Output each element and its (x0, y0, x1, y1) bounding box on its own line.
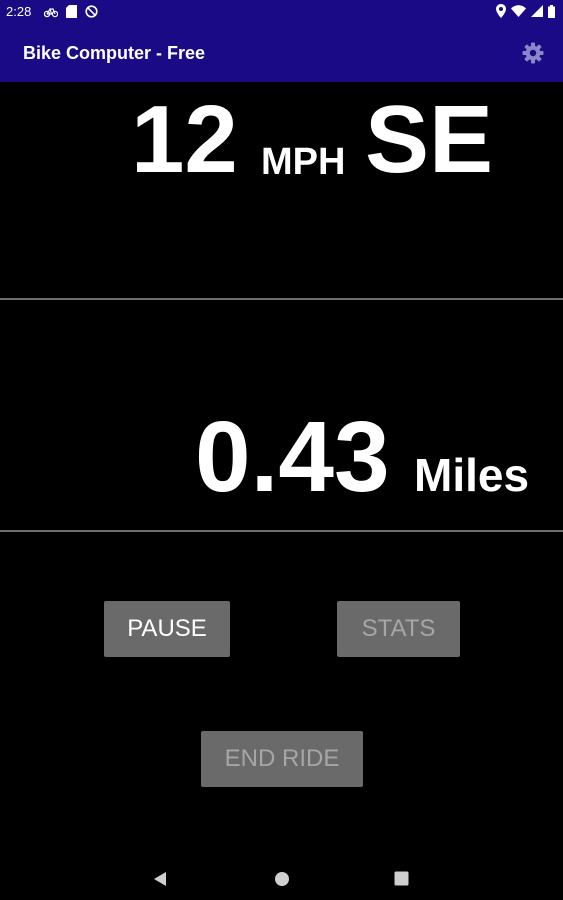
status-left-icons (44, 5, 98, 18)
signal-icon (531, 5, 543, 17)
gear-icon (522, 42, 544, 64)
wifi-icon (511, 5, 526, 17)
settings-button[interactable] (521, 41, 545, 65)
speed-value: 12 (131, 86, 238, 193)
sd-card-icon (66, 5, 77, 18)
divider (0, 298, 563, 300)
recents-icon[interactable] (394, 871, 409, 891)
distance-unit: Miles (414, 449, 530, 501)
divider (0, 530, 563, 532)
bike-computer-screen: 2:28 Bike Computer - Free 12 MPH SE 0.43… (0, 0, 563, 900)
stats-button[interactable]: STATS (337, 601, 460, 657)
status-right-icons (496, 4, 555, 18)
pause-button[interactable]: PAUSE (104, 601, 230, 657)
no-disturb-icon (85, 5, 98, 18)
home-icon[interactable] (274, 871, 290, 892)
location-icon (496, 4, 506, 18)
app-bar: Bike Computer - Free (0, 24, 563, 82)
bike-icon (44, 6, 58, 18)
speed-unit: MPH (261, 141, 346, 183)
distance-value: 0.43 (195, 401, 390, 513)
app-title: Bike Computer - Free (23, 43, 206, 63)
navigation-bar (0, 852, 563, 900)
end-ride-button[interactable]: END RIDE (201, 731, 363, 787)
status-bar: 2:28 (0, 0, 563, 24)
heading-value: SE (365, 86, 494, 193)
status-time: 2:28 (6, 4, 32, 19)
back-icon[interactable] (152, 871, 168, 892)
battery-icon (548, 4, 555, 18)
